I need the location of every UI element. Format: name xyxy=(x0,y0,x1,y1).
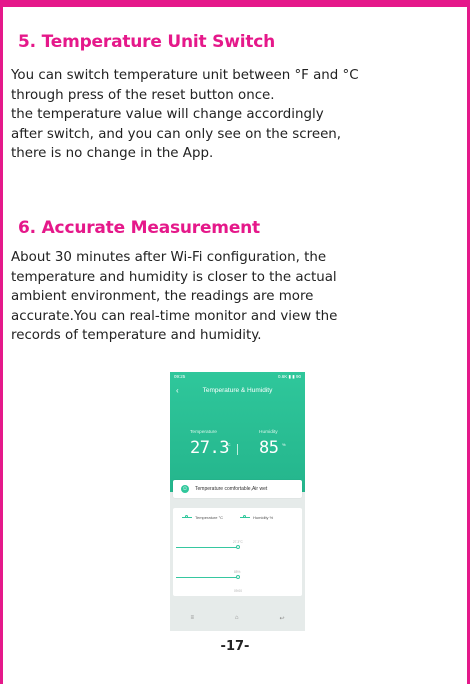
humidity-point xyxy=(236,575,240,579)
back-icon[interactable]: ↩ xyxy=(279,615,284,625)
section-5-line: through press of the reset button once. xyxy=(11,87,275,103)
section-6-line: About 30 minutes after Wi-Fi configurati… xyxy=(11,250,327,265)
temperature-label: Temperature xyxy=(190,430,217,435)
phone-status-bar: 09:25 0.6K ▮ ▮ 90 xyxy=(174,374,301,381)
menu-icon[interactable]: ≡ xyxy=(190,615,194,625)
temperature-point xyxy=(236,545,240,549)
humidity-label: Humidity xyxy=(259,430,278,435)
comfort-status-text: Temperature comfortable,Air wet xyxy=(195,486,268,492)
humidity-line xyxy=(176,577,238,578)
app-nav-bar: ‹ Temperature & Humidity xyxy=(170,384,305,398)
smile-icon: ☺ xyxy=(181,485,189,493)
section-6-line: ambient environment, the readings are mo… xyxy=(11,289,314,304)
section-6-line: records of temperature and humidity. xyxy=(11,328,262,343)
page-number: -17- xyxy=(220,639,250,654)
status-time: 09:25 xyxy=(174,374,186,379)
humidity-value: 85 xyxy=(259,438,279,458)
app-nav-title: Temperature & Humidity xyxy=(202,387,273,394)
section-5-title: 5. Temperature Unit Switch xyxy=(18,32,276,52)
legend-humidity[interactable]: Humidity % xyxy=(240,515,274,520)
reading-divider xyxy=(237,444,238,455)
legend-line-icon xyxy=(240,515,250,519)
status-icons: 0.6K ▮ ▮ 90 xyxy=(278,374,301,379)
temperature-unit: °C xyxy=(226,442,231,447)
humidity-unit: % xyxy=(282,442,286,447)
temperature-value: 27.3 xyxy=(190,438,229,458)
section-5-line: after switch, and you can only see on th… xyxy=(11,126,342,142)
section-5-body: You can switch temperature unit between … xyxy=(11,66,461,164)
section-5-line: there is no change in the App. xyxy=(11,146,214,161)
comfort-status-card: ☺ Temperature comfortable,Air wet xyxy=(173,480,302,498)
graph-time-label: 09:00 xyxy=(234,589,242,593)
section-6-line: temperature and humidity is closer to th… xyxy=(11,269,337,285)
temperature-line xyxy=(176,547,238,548)
section-6-body: About 30 minutes after Wi-Fi configurati… xyxy=(11,248,461,346)
legend-temperature[interactable]: Temperature °C xyxy=(182,515,224,520)
home-icon[interactable]: ⌂ xyxy=(235,615,239,625)
chevron-left-icon[interactable]: ‹ xyxy=(176,384,179,398)
android-nav-keys: ≡ ⌂ ↩ xyxy=(170,615,305,625)
graph-humidity-value: 85% xyxy=(234,570,241,574)
app-screenshot: 09:25 0.6K ▮ ▮ 90 ‹ Temperature & Humidi… xyxy=(170,372,305,631)
section-6-title: 6. Accurate Measurement xyxy=(18,218,260,238)
section-5-line: the temperature value will change accord… xyxy=(11,107,324,122)
legend-temperature-label: Temperature °C xyxy=(195,515,224,520)
section-6-line: accurate.You can real-time monitor and v… xyxy=(11,308,338,324)
legend-humidity-label: Humidity % xyxy=(253,515,274,520)
history-graph-card: Temperature °C Humidity % 27.3°C 85% 09:… xyxy=(173,508,302,596)
section-5-line: You can switch temperature unit between … xyxy=(11,68,359,83)
app-header-panel: 09:25 0.6K ▮ ▮ 90 ‹ Temperature & Humidi… xyxy=(170,372,305,492)
legend-line-icon xyxy=(182,515,192,519)
graph-temperature-value: 27.3°C xyxy=(233,540,243,544)
